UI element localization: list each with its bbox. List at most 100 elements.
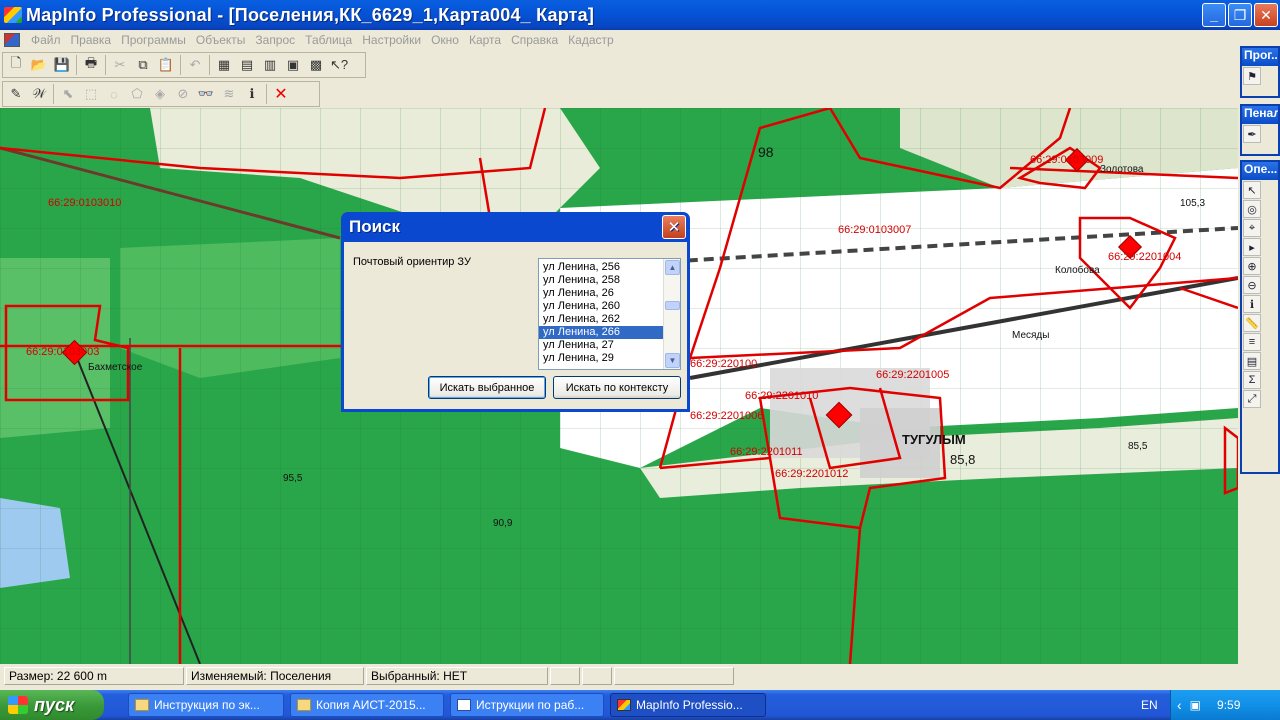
list-item-selected[interactable]: ул Ленина, 266 — [539, 326, 663, 339]
place-label: Колобова — [1055, 265, 1100, 276]
status-empty-cell — [582, 667, 612, 685]
menu-cadastre[interactable]: Кадастр — [563, 33, 619, 47]
menu-window[interactable]: Окно — [426, 33, 464, 47]
info-icon[interactable]: ℹ — [1243, 295, 1261, 313]
cadastre-label: 66:29:0103003 — [26, 346, 100, 358]
taskbar-item[interactable]: Иструкции по раб... — [450, 693, 604, 717]
find-by-context-button[interactable]: Искать по контексту — [553, 376, 681, 399]
status-selected[interactable]: Выбранный: НЕТ — [366, 667, 548, 685]
layer-control-icon[interactable]: ≡ — [1243, 333, 1261, 351]
drag-map-icon[interactable]: ⤢ — [1243, 390, 1261, 408]
save-icon[interactable]: 💾 — [51, 54, 73, 76]
list-item[interactable]: ул Ленина, 258 — [539, 274, 663, 287]
find-icon[interactable]: 👓 — [195, 83, 217, 105]
menu-objects[interactable]: Объекты — [191, 33, 251, 47]
standard-toolbar: 🗋 📂 💾 🖶 ✂ ⧉ 📋 ↶ ▦ ▤ ▥ ▣ ▩ ↖? — [2, 52, 366, 78]
copy-icon[interactable]: ⧉ — [132, 54, 154, 76]
taskbar-item[interactable]: Копия АИСТ-2015... — [290, 693, 444, 717]
paste-icon[interactable]: 📋 — [155, 54, 177, 76]
list-scrollbar[interactable]: ▲ ▼ — [663, 259, 680, 369]
cut-icon[interactable]: ✂ — [109, 54, 131, 76]
status-editable-layer[interactable]: Изменяемый: Поселения — [186, 667, 364, 685]
close-button[interactable]: ✕ — [1254, 3, 1278, 27]
open-icon[interactable]: 📂 — [28, 54, 50, 76]
radius-select-icon[interactable]: ◌ — [103, 83, 125, 105]
scroll-down-icon[interactable]: ▼ — [665, 353, 680, 368]
ruler-icon[interactable]: 📏 — [1243, 314, 1261, 332]
address-field-label: Почтовый ориентир ЗУ — [353, 256, 471, 268]
list-item[interactable]: ул Ленина, 262 — [539, 313, 663, 326]
scroll-thumb[interactable] — [665, 301, 680, 310]
place-label: Месяды — [1012, 330, 1050, 341]
place-label: 85,8 — [950, 452, 976, 467]
taskbar: пуск Инструкция по эк... Копия АИСТ-2015… — [0, 690, 1280, 720]
menu-table[interactable]: Таблица — [300, 33, 357, 47]
zoom-out-icon[interactable]: ⊖ — [1243, 276, 1261, 294]
unselect-icon[interactable]: ⊘ — [172, 83, 194, 105]
place-label: Бахметское — [88, 362, 143, 373]
chevron-left-icon[interactable]: ‹ — [1177, 697, 1182, 713]
menu-map[interactable]: Карта — [464, 33, 506, 47]
menu-file[interactable]: Файл — [26, 33, 66, 47]
document-icon[interactable] — [4, 33, 20, 47]
rect-select-icon[interactable]: ⬚ — [80, 83, 102, 105]
layer-icon[interactable]: ≋ — [218, 83, 240, 105]
grabber-icon[interactable]: ▸ — [1243, 238, 1261, 256]
stats-icon[interactable]: Σ — [1243, 371, 1261, 389]
cadastre-label: 66:29:0103009 — [1030, 154, 1104, 166]
menu-edit[interactable]: Правка — [66, 33, 117, 47]
list-item[interactable]: ул Ленина, 27 — [539, 339, 663, 352]
undo-icon[interactable]: ↶ — [184, 54, 206, 76]
menu-options[interactable]: Настройки — [357, 33, 426, 47]
info-icon[interactable]: ℹ — [241, 83, 263, 105]
taskbar-item[interactable]: Инструкция по эк... — [128, 693, 284, 717]
address-listbox[interactable]: ул Ленина, 256 ул Ленина, 258 ул Ленина,… — [538, 258, 681, 370]
scroll-up-icon[interactable]: ▲ — [665, 260, 680, 275]
pointer-icon[interactable]: ↖ — [1243, 181, 1261, 199]
cadastre-label: 66:29:2201006 — [690, 410, 764, 422]
zoom-in-icon[interactable]: ⊕ — [1243, 257, 1261, 275]
new-icon[interactable]: 🗋 — [5, 54, 27, 76]
boundary-select-icon[interactable]: ◈ — [149, 83, 171, 105]
restore-button[interactable]: ❐ — [1228, 3, 1252, 27]
palette-title[interactable]: Прог... — [1242, 48, 1278, 66]
pen-icon[interactable]: ✒ — [1243, 125, 1261, 143]
list-item[interactable]: ул Ленина, 26 — [539, 287, 663, 300]
status-size: Размер: 22 600 m — [4, 667, 184, 685]
list-item[interactable]: ул Ленина, 260 — [539, 300, 663, 313]
lasso-icon[interactable]: ⌖ — [1243, 219, 1261, 237]
help-icon[interactable]: ↖? — [328, 54, 350, 76]
label-icon[interactable]: 𝒲 — [28, 83, 50, 105]
palette-title[interactable]: Опе... — [1242, 162, 1278, 180]
menu-query[interactable]: Запрос — [250, 33, 300, 47]
cadastre-label: 66:29:2201012 — [775, 468, 849, 480]
list-item[interactable]: ул Ленина, 29 — [539, 352, 663, 365]
menu-help[interactable]: Справка — [506, 33, 563, 47]
edit-layer-icon[interactable]: ✎ — [5, 83, 27, 105]
dialog-close-button[interactable]: ✕ — [662, 215, 686, 239]
print-icon[interactable]: 🖶 — [80, 54, 102, 76]
delete-icon[interactable]: ✕ — [270, 83, 292, 105]
start-button[interactable]: пуск — [0, 690, 104, 720]
graph-icon[interactable]: ▥ — [259, 54, 281, 76]
minimize-button[interactable]: _ — [1202, 3, 1226, 27]
layout-icon[interactable]: ▣ — [282, 54, 304, 76]
language-indicator[interactable]: EN — [1141, 698, 1158, 712]
select-icon[interactable]: ⬉ — [57, 83, 79, 105]
taskbar-item-active[interactable]: MapInfo Professio... — [610, 693, 766, 717]
browser-icon[interactable]: ▦ — [213, 54, 235, 76]
network-icon[interactable]: ▣ — [1190, 698, 1201, 712]
runner-icon[interactable]: ⚑ — [1243, 67, 1261, 85]
status-bar: Размер: 22 600 m Изменяемый: Поселения В… — [0, 665, 1280, 687]
palette-title[interactable]: Пенал — [1242, 106, 1278, 124]
menu-programs[interactable]: Программы — [116, 33, 191, 47]
polygon-select-icon[interactable]: ⬠ — [126, 83, 148, 105]
redistrict-icon[interactable]: ▩ — [305, 54, 327, 76]
list-item[interactable]: ул Ленина, 256 — [539, 261, 663, 274]
marquee-icon[interactable]: ◎ — [1243, 200, 1261, 218]
place-label: 85,5 — [1128, 441, 1148, 452]
legend-icon[interactable]: ▤ — [1243, 352, 1261, 370]
dialog-title-bar[interactable]: Поиск ✕ — [344, 212, 687, 242]
map-icon[interactable]: ▤ — [236, 54, 258, 76]
find-selected-button[interactable]: Искать выбранное — [428, 376, 546, 399]
